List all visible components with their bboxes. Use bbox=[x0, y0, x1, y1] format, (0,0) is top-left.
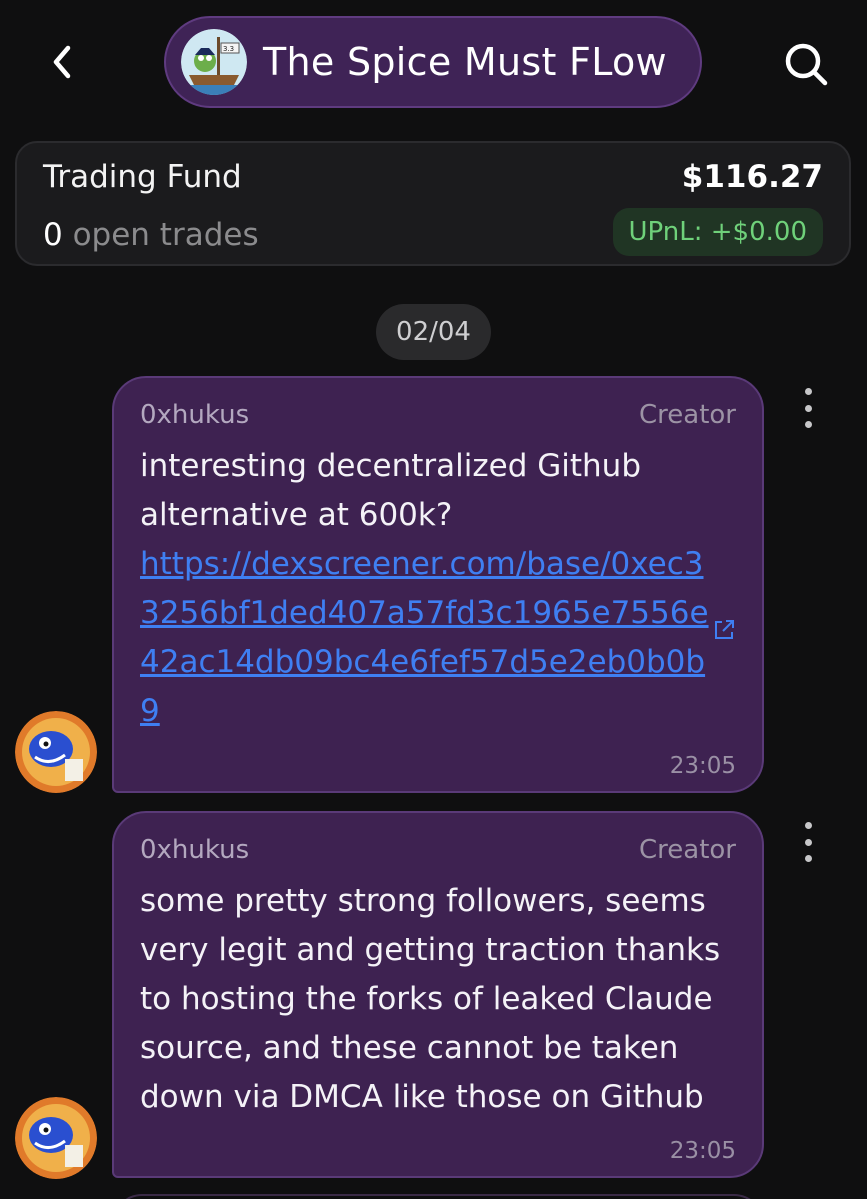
message-text: interesting decentralized Github alterna… bbox=[140, 442, 740, 736]
open-trades-label: open trades bbox=[72, 217, 259, 253]
dot bbox=[804, 822, 812, 829]
message-author[interactable]: 0xhukus bbox=[140, 400, 249, 430]
message-time: 23:05 bbox=[669, 753, 736, 779]
message-bubble[interactable]: 0xhukus Creator some pretty strong follo… bbox=[112, 811, 764, 1178]
pirate-ship-avatar: 3.3 bbox=[181, 29, 247, 95]
svg-text:3.3: 3.3 bbox=[223, 45, 234, 53]
author-role-badge: Creator bbox=[639, 835, 736, 865]
dot bbox=[804, 388, 812, 395]
fund-amount: $116.27 bbox=[681, 159, 823, 195]
upnl-badge: UPnL: +$0.00 bbox=[612, 208, 823, 256]
avatar[interactable] bbox=[15, 1097, 97, 1179]
open-trades-count: 0 bbox=[43, 217, 63, 253]
message-options-button[interactable] bbox=[798, 822, 818, 862]
back-button[interactable] bbox=[40, 40, 84, 84]
dot bbox=[804, 421, 812, 428]
trading-fund-card[interactable]: Trading Fund $116.27 0 open trades UPnL:… bbox=[15, 141, 851, 266]
message-body: interesting decentralized Github alterna… bbox=[140, 448, 641, 533]
chat-header: 3.3 The Spice Must FLow bbox=[0, 0, 867, 130]
message-author[interactable]: 0xhukus bbox=[140, 835, 249, 865]
user-avatar-image bbox=[15, 711, 97, 793]
message-bubble[interactable]: 0xhukus Creator interesting decentralize… bbox=[112, 376, 764, 793]
dot bbox=[804, 855, 812, 862]
group-title-pill[interactable]: 3.3 The Spice Must FLow bbox=[164, 16, 702, 108]
dot bbox=[804, 838, 812, 846]
external-link-icon[interactable] bbox=[712, 618, 736, 642]
message-link[interactable]: https://dexscreener.com/base/0xec33256bf… bbox=[140, 540, 715, 736]
message-options-button[interactable] bbox=[798, 388, 818, 428]
message-time: 23:05 bbox=[669, 1138, 736, 1164]
dot bbox=[804, 404, 812, 412]
user-avatar-image bbox=[15, 1097, 97, 1179]
group-title: The Spice Must FLow bbox=[263, 40, 667, 84]
search-icon bbox=[785, 43, 828, 86]
avatar[interactable] bbox=[15, 711, 97, 793]
date-separator: 02/04 bbox=[376, 304, 491, 360]
author-role-badge: Creator bbox=[639, 400, 736, 430]
group-avatar: 3.3 bbox=[181, 29, 247, 95]
open-trades: 0 open trades bbox=[43, 217, 259, 253]
next-message-bubble-edge bbox=[112, 1194, 764, 1199]
message-text: some pretty strong followers, seems very… bbox=[140, 883, 721, 1115]
upnl-value: UPnL: +$0.00 bbox=[628, 217, 807, 247]
chevron-left-icon bbox=[53, 45, 71, 79]
search-button[interactable] bbox=[782, 40, 830, 88]
fund-title: Trading Fund bbox=[43, 159, 242, 195]
